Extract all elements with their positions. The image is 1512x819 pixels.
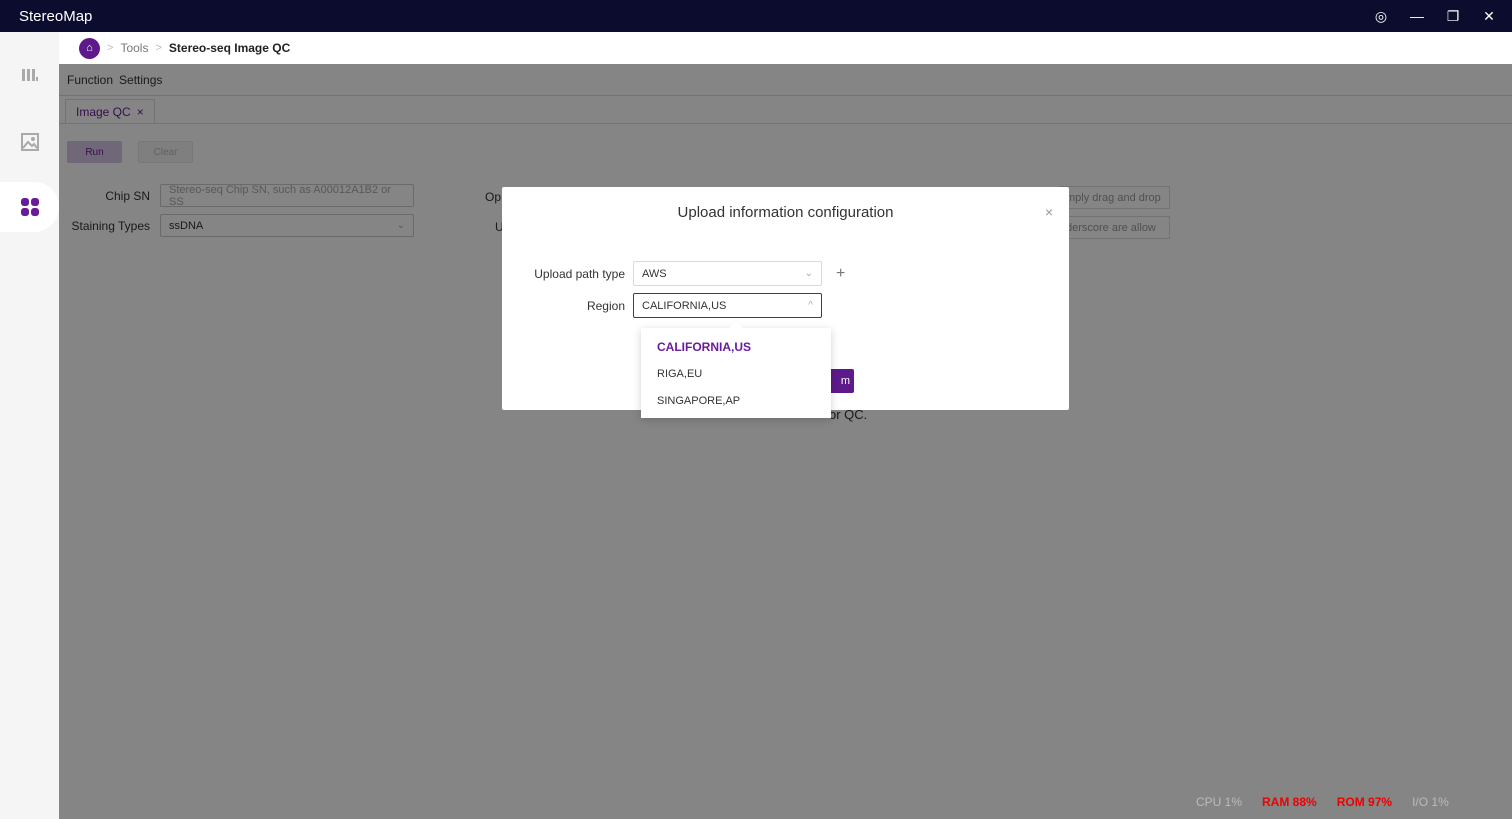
breadcrumb-separator: > (107, 42, 114, 54)
sidebar-item-apps[interactable] (0, 182, 59, 232)
title-bar: StereoMap ◎ — ❐ ✕ (0, 0, 1512, 32)
breadcrumb-tools[interactable]: Tools (120, 41, 148, 55)
breadcrumb-separator: > (155, 42, 162, 54)
apps-icon (20, 198, 39, 216)
chevron-down-icon: ⌄ (804, 268, 813, 279)
region-row: Region CALIFORNIA,US ^ (502, 293, 822, 318)
ram-usage: RAM 88% (1262, 795, 1317, 809)
region-value: CALIFORNIA,US (642, 299, 727, 312)
add-icon[interactable]: + (836, 265, 845, 283)
region-dropdown: CALIFORNIA,US RIGA,EU SINGAPORE,AP (641, 320, 831, 418)
map-icon (21, 69, 38, 81)
region-label: Region (586, 298, 625, 313)
cpu-usage: CPU 1% (1196, 795, 1243, 809)
home-icon[interactable]: ⌂ (79, 37, 100, 59)
io-usage: I/O 1% (1412, 795, 1449, 809)
breadcrumb: ⌂ > Tools > Stereo-seq Image QC (59, 32, 1512, 64)
settings-icon[interactable]: ◎ (1372, 8, 1390, 25)
close-icon[interactable]: ✕ (1480, 8, 1498, 25)
upload-path-value: AWS (642, 267, 667, 280)
modal-overlay (59, 64, 1512, 819)
restore-icon[interactable]: ❐ (1444, 8, 1462, 25)
region-option-riga[interactable]: RIGA,EU (641, 360, 831, 387)
upload-path-select[interactable]: AWS ⌄ (633, 261, 822, 286)
rom-usage: ROM 97% (1336, 795, 1393, 809)
sidebar (0, 32, 59, 819)
region-select[interactable]: CALIFORNIA,US ^ (633, 293, 822, 318)
minimize-icon[interactable]: — (1408, 8, 1426, 24)
app-title: StereoMap (19, 7, 93, 25)
upload-path-label: Upload path type (534, 266, 625, 281)
modal-title: Upload information configuration (677, 204, 894, 221)
sidebar-item-map[interactable] (0, 50, 59, 100)
image-icon (20, 133, 39, 151)
upload-path-row: Upload path type AWS ⌄ + (502, 261, 845, 286)
breadcrumb-current: Stereo-seq Image QC (168, 41, 291, 55)
region-option-california[interactable]: CALIFORNIA,US (641, 333, 831, 360)
chevron-up-icon: ^ (808, 300, 813, 311)
window-controls: ◎ — ❐ ✕ (1372, 0, 1498, 32)
region-option-singapore[interactable]: SINGAPORE,AP (641, 387, 831, 414)
sidebar-item-image[interactable] (0, 117, 59, 167)
modal-close-icon[interactable]: × (1045, 204, 1053, 220)
status-bar: CPU 1% RAM 88% ROM 97% I/O 1% (1196, 795, 1449, 809)
